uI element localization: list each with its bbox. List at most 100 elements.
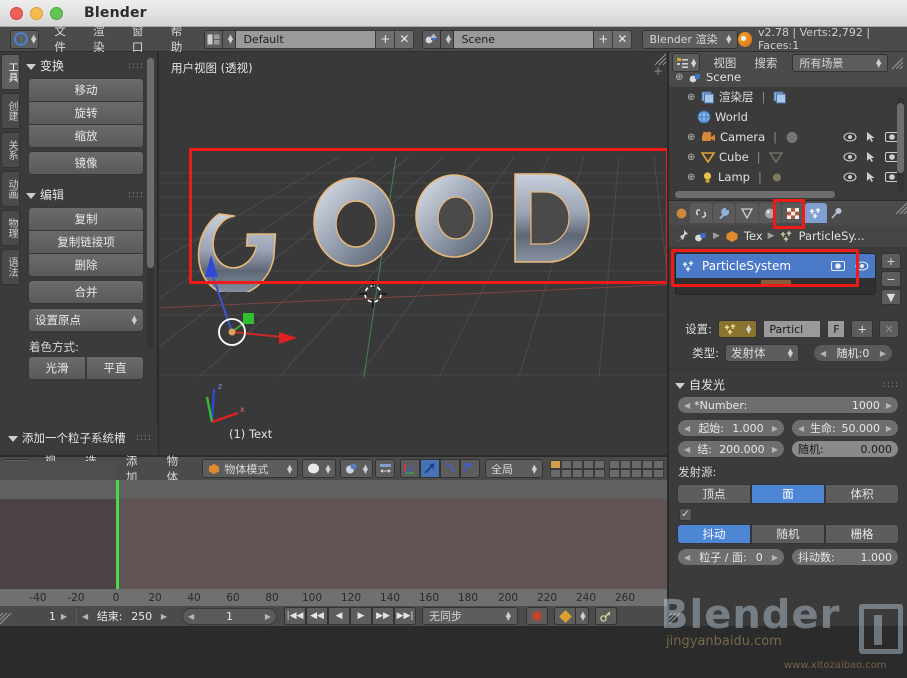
minimize-window-button[interactable] — [30, 7, 43, 20]
menu-window[interactable]: 窗口 — [123, 23, 162, 55]
tool-tab-create[interactable]: 创建 — [1, 93, 20, 129]
play-reverse-icon[interactable]: ◀ — [328, 607, 350, 625]
chevron-right-icon[interactable]: ▶ — [265, 612, 271, 621]
layer-cell[interactable] — [572, 460, 583, 469]
chevron-right-icon[interactable]: ▶ — [61, 612, 67, 621]
layer-cell[interactable] — [550, 469, 561, 478]
rotate-manipulator-icon[interactable] — [440, 459, 460, 478]
keyframe-chevron-icon[interactable]: ▲▼ — [576, 607, 589, 625]
sync-mode-dropdown[interactable]: 无同步 ▲▼ — [422, 607, 518, 625]
emission-section-header[interactable]: 自发光 :::: — [669, 369, 907, 396]
remove-particle-system-button[interactable]: − — [881, 271, 901, 287]
chevron-left-icon[interactable]: ◀ — [820, 349, 826, 358]
viewport-panel-toggle-icon[interactable]: + — [653, 64, 665, 78]
breadcrumb-object-name[interactable]: Tex — [744, 229, 763, 243]
layer-cell[interactable] — [594, 469, 605, 478]
layer-cell[interactable] — [583, 469, 594, 478]
keying-set-icon[interactable] — [595, 607, 617, 625]
set-origin-dropdown[interactable]: 设置原点 ▲▼ — [28, 308, 144, 332]
layer-group-2[interactable] — [609, 460, 664, 478]
render-tab[interactable] — [673, 203, 689, 223]
particles-per-face-field[interactable]: ◀ 粒子 / 面: 0 ▶ — [677, 548, 785, 566]
layer-cell[interactable] — [609, 469, 620, 478]
scene-chevron-icon[interactable]: ▲▼ — [441, 30, 454, 49]
editor-type-selector[interactable]: i ▲▼ — [10, 30, 39, 49]
chevron-left-icon[interactable]: ◀ — [684, 401, 690, 410]
delete-scene-button[interactable]: ✕ — [613, 30, 632, 49]
scene-icon[interactable] — [694, 230, 708, 243]
outliner-vertical-scrollbar[interactable] — [897, 97, 904, 193]
delete-screen-button[interactable]: ✕ — [395, 30, 414, 49]
area-resize-corner-icon[interactable] — [669, 613, 682, 626]
layer-cell[interactable] — [620, 460, 631, 469]
emission-start-field[interactable]: ◀ 起始: 1.000 ▶ — [677, 419, 785, 437]
layer-group-1[interactable] — [550, 460, 605, 478]
chevron-right-icon[interactable]: ▶ — [161, 612, 167, 621]
screen-layout-icon[interactable] — [204, 30, 223, 49]
maximize-window-button[interactable] — [50, 7, 63, 20]
add-scene-button[interactable]: + — [594, 30, 613, 49]
scene-name-field[interactable]: Scene — [454, 30, 594, 49]
fake-user-toggle[interactable]: F — [827, 320, 845, 338]
add-screen-button[interactable]: + — [376, 30, 395, 49]
emission-end-field[interactable]: ◀ 结: 200.000 ▶ — [677, 440, 785, 458]
expand-toggle-icon[interactable]: ⊕ — [687, 152, 697, 163]
scene-layers-grid[interactable] — [550, 460, 664, 478]
menu-help[interactable]: 帮助 — [162, 23, 201, 55]
emit-from-faces-button[interactable]: 面 — [751, 484, 825, 504]
pin-icon[interactable] — [675, 229, 689, 243]
camera-render-icon[interactable] — [831, 260, 845, 272]
particle-settings-name-field[interactable]: Particl — [763, 320, 821, 338]
tool-join-button[interactable]: 合并 — [28, 280, 144, 304]
outliner-row-render-layer[interactable]: ⊕ 渲染层 | — [669, 87, 907, 107]
viewport-shading-dropdown[interactable]: ▲▼ — [302, 459, 335, 478]
particle-system-list-resize-grip[interactable] — [761, 280, 791, 285]
particle-system-list[interactable]: ParticleSystem — [675, 253, 876, 295]
menu-render[interactable]: 渲染 — [84, 23, 123, 55]
outliner-horizontal-scrollbar[interactable] — [675, 191, 835, 198]
layer-cell[interactable] — [572, 469, 583, 478]
particle-seed-field[interactable]: ◀ 随机:0 ▶ — [813, 344, 893, 362]
render-engine-dropdown[interactable]: Blender 渲染 ▲▼ — [642, 30, 738, 49]
cursor-arrow-icon[interactable] — [866, 151, 876, 163]
particle-system-specials-button[interactable]: ▼ — [881, 289, 901, 305]
jump-end-icon[interactable]: ▶▶| — [394, 607, 416, 625]
tool-tab-animation[interactable]: 动画 — [1, 171, 20, 207]
area-resize-corner-icon[interactable] — [653, 52, 667, 66]
tool-tab-grease-pencil[interactable]: 语法 — [1, 249, 20, 285]
tool-move-button[interactable]: 移动 — [28, 78, 144, 102]
particle-system-list-item[interactable]: ParticleSystem — [676, 254, 875, 278]
eye-icon[interactable] — [855, 261, 869, 271]
timeline-ruler[interactable]: -40 -20 0 20 40 60 80 100 120 140 160 18… — [0, 589, 667, 606]
layer-cell[interactable] — [550, 460, 561, 469]
distribution-grid-button[interactable]: 栅格 — [825, 524, 899, 544]
chevron-right-icon[interactable]: ▶ — [886, 424, 892, 433]
cursor-arrow-icon[interactable] — [866, 171, 876, 183]
modifiers-tab[interactable] — [713, 203, 735, 223]
chevron-left-icon[interactable]: ◀ — [798, 424, 804, 433]
expand-toggle-icon[interactable]: ⊕ — [687, 132, 697, 143]
particle-settings-icon-dropdown[interactable]: ▲▼ — [718, 320, 757, 338]
chevron-left-icon[interactable]: ◀ — [188, 612, 194, 621]
eye-icon[interactable] — [843, 152, 857, 162]
shade-flat-button[interactable]: 平直 — [86, 356, 144, 380]
chevron-left-icon[interactable]: ◀ — [684, 424, 690, 433]
eye-icon[interactable] — [843, 132, 857, 142]
distribution-random-button[interactable]: 随机 — [751, 524, 825, 544]
scene-widget[interactable]: ▲▼ Scene + ✕ — [422, 30, 632, 49]
tool-shelf-scrollbar[interactable] — [147, 58, 154, 348]
transform-panel-header[interactable]: 变换 :::: — [22, 52, 150, 78]
emit-from-volume-button[interactable]: 体积 — [825, 484, 899, 504]
layer-cell[interactable] — [609, 460, 620, 469]
add-particle-system-button[interactable]: + — [881, 253, 901, 269]
chevron-left-icon[interactable]: ◀ — [82, 612, 88, 621]
object-icon[interactable] — [725, 230, 739, 243]
cursor-arrow-icon[interactable] — [866, 131, 876, 143]
chevron-right-icon[interactable]: ▶ — [772, 445, 778, 454]
physics-tab[interactable] — [828, 203, 844, 223]
emit-from-verts-button[interactable]: 顶点 — [677, 484, 751, 504]
outliner-editor-type-selector[interactable]: ▲▼ — [672, 53, 700, 72]
chevron-right-icon[interactable]: ▶ — [880, 349, 886, 358]
layer-cell[interactable] — [583, 460, 594, 469]
use-modifier-stack-checkbox[interactable]: ✓ — [679, 508, 692, 521]
